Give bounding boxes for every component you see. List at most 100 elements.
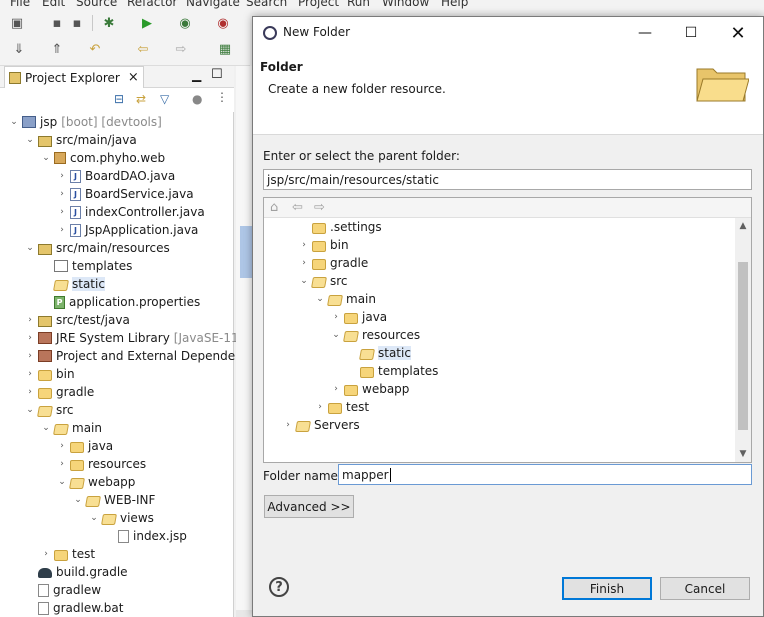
chevron-right-icon[interactable]: › [24, 387, 36, 397]
chevron-right-icon[interactable]: › [40, 549, 52, 559]
tree-item[interactable]: › test [40, 545, 95, 563]
tree-item[interactable]: › J BoardService.java [56, 185, 193, 203]
tree-item[interactable]: › JindexController.java [56, 203, 205, 221]
chevron-right-icon[interactable]: › [314, 402, 326, 412]
tree-item[interactable]: templates [346, 362, 438, 380]
tree-item[interactable]: › Project and External Dependenc [24, 347, 249, 365]
tree-item[interactable]: ⌄ src/main/resources [24, 239, 170, 257]
tree-item[interactable]: index.jsp [104, 527, 187, 545]
tree-item[interactable]: ⌄ resources [330, 326, 420, 344]
chevron-down-icon[interactable]: ⌄ [88, 513, 100, 523]
tree-scrollbar[interactable]: ▲ ▼ [735, 218, 751, 462]
tree-item[interactable]: ⌄ main [40, 419, 102, 437]
chevron-right-icon[interactable]: › [282, 420, 294, 430]
chevron-right-icon[interactable]: › [56, 189, 68, 199]
chevron-down-icon[interactable]: ⌄ [298, 276, 310, 286]
back-icon[interactable]: ⇦ [292, 200, 303, 215]
chevron-down-icon[interactable]: ⌄ [314, 294, 326, 304]
chevron-right-icon[interactable]: › [24, 351, 36, 361]
tree-item[interactable]: › J JspApplication.java [56, 221, 198, 239]
save-icon[interactable]: ▪ [48, 14, 66, 32]
tree-item[interactable]: ⌄ src [24, 401, 73, 419]
chevron-right-icon[interactable]: › [24, 315, 36, 325]
tree-item[interactable]: › java [330, 308, 387, 326]
tree-item[interactable]: ⌄ views [88, 509, 154, 527]
chevron-down-icon[interactable]: ⌄ [56, 477, 68, 487]
folder-name-input[interactable]: mapper [338, 464, 752, 485]
link-editor-icon[interactable]: ⇄ [136, 92, 146, 106]
tree-item[interactable]: › test [314, 398, 369, 416]
tree-item[interactable]: ⌄ src/main/java [24, 131, 137, 149]
scroll-up-icon[interactable]: ▲ [735, 218, 751, 234]
coverage-icon[interactable]: ◉ [176, 14, 194, 32]
chevron-down-icon[interactable]: ⌄ [24, 405, 36, 415]
tree-item[interactable]: templates [40, 257, 132, 275]
menu-run[interactable]: Run [347, 0, 370, 9]
collapse-all-icon[interactable]: ⊟ [114, 92, 124, 106]
tree-item[interactable]: › bin [298, 236, 348, 254]
close-icon[interactable]: × [128, 70, 139, 85]
filter-icon[interactable]: ▽ [160, 92, 169, 106]
chevron-right-icon[interactable]: › [330, 312, 342, 322]
menu-refactor[interactable]: Refactor [127, 0, 177, 9]
menu-edit[interactable]: Edit [42, 0, 65, 9]
tree-item[interactable]: › java [56, 437, 113, 455]
scroll-down-icon[interactable]: ▼ [735, 446, 751, 462]
chevron-down-icon[interactable]: ⌄ [72, 495, 84, 505]
tree-item[interactable]: › Servers [282, 416, 359, 434]
last-edit-icon[interactable]: ↶ [86, 40, 104, 58]
view-menu-icon[interactable]: ⋮ [216, 90, 228, 104]
menu-help[interactable]: Help [441, 0, 468, 9]
menu-source[interactable]: Source [76, 0, 117, 9]
next-annotation-icon[interactable]: ⇓ [10, 40, 28, 58]
run-icon[interactable]: ▶ [138, 14, 156, 32]
chevron-right-icon[interactable]: › [56, 441, 68, 451]
tree-item[interactable]: › webapp [330, 380, 409, 398]
maximize-icon[interactable]: ☐ [211, 67, 223, 82]
minimize-icon[interactable]: ▁ [192, 68, 201, 82]
save-all-icon[interactable]: ▪ [68, 14, 86, 32]
tree-item[interactable]: ⌄ WEB-INF [72, 491, 155, 509]
focus-icon[interactable]: ● [192, 92, 202, 106]
chevron-right-icon[interactable]: › [56, 225, 68, 235]
tab-project-explorer[interactable]: Project Explorer × [4, 66, 144, 88]
back-icon[interactable]: ⇦ [134, 40, 152, 58]
chevron-down-icon[interactable]: ⌄ [24, 243, 36, 253]
maximize-button[interactable]: ☐ [668, 17, 714, 49]
tree-item[interactable]: ⌄ src [298, 272, 347, 290]
tree-item[interactable]: › src/test/java [24, 311, 130, 329]
chevron-down-icon[interactable]: ⌄ [8, 117, 20, 127]
finish-button[interactable]: Finish [562, 577, 652, 600]
cancel-button[interactable]: Cancel [660, 577, 750, 600]
forward-icon[interactable]: ⇨ [172, 40, 190, 58]
tree-item[interactable]: static [346, 344, 411, 362]
close-button[interactable]: ✕ [715, 17, 761, 49]
debug-icon[interactable]: ✱ [100, 14, 118, 32]
tree-item[interactable]: Papplication.properties [40, 293, 200, 311]
tree-item[interactable]: › JRE System Library [JavaSE-11] [24, 329, 243, 347]
chevron-right-icon[interactable]: › [56, 207, 68, 217]
tree-item[interactable]: › J BoardDAO.java [56, 167, 175, 185]
tree-item[interactable]: › bin [24, 365, 74, 383]
chevron-right-icon[interactable]: › [298, 258, 310, 268]
chevron-down-icon[interactable]: ⌄ [40, 423, 52, 433]
tree-item[interactable]: › gradle [298, 254, 368, 272]
folder-tree[interactable]: ⌂ ⇦ ⇨ .settings › bin › gradle ⌄ src ⌄ main › java… [263, 197, 752, 463]
chevron-right-icon[interactable]: › [298, 240, 310, 250]
prev-annotation-icon[interactable]: ⇑ [48, 40, 66, 58]
chevron-right-icon[interactable]: › [24, 333, 36, 343]
tree-item[interactable]: ⌄ com.phyho.web [40, 149, 165, 167]
advanced-button[interactable]: Advanced >> [264, 495, 354, 518]
parent-folder-input[interactable]: jsp/src/main/resources/static [263, 169, 752, 190]
tree-item[interactable]: ⌄ jsp [boot] [devtools] [8, 113, 162, 131]
external-tools-icon[interactable]: ◉ [214, 14, 232, 32]
tree-item[interactable]: gradlew [24, 581, 101, 599]
tree-item[interactable]: static [40, 275, 105, 293]
menu-navigate[interactable]: Navigate [186, 0, 240, 9]
menu-project[interactable]: Project [298, 0, 339, 9]
chevron-down-icon[interactable]: ⌄ [40, 153, 52, 163]
tree-item[interactable]: gradlew.bat [24, 599, 123, 617]
chevron-right-icon[interactable]: › [56, 459, 68, 469]
forward-icon[interactable]: ⇨ [314, 200, 325, 215]
minimize-button[interactable]: — [622, 17, 668, 49]
